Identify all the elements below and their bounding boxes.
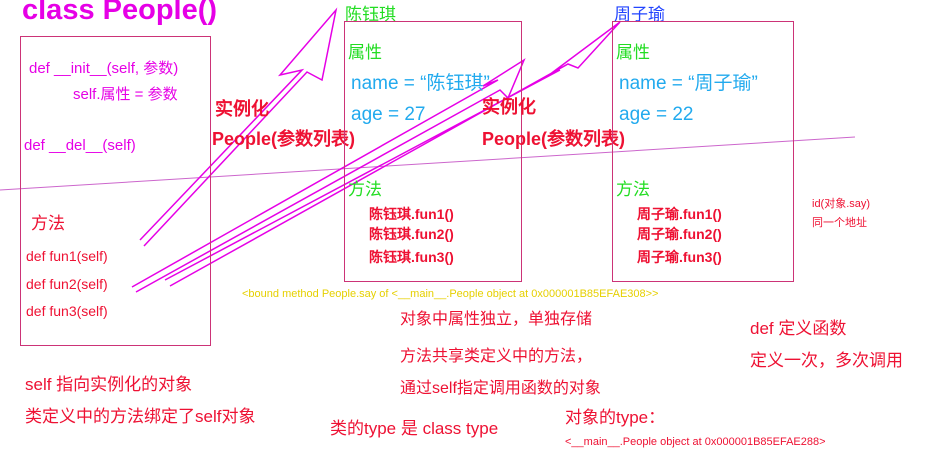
object-2-attr-name: name = “周子瑜” — [619, 73, 758, 94]
type-object-value: <__main__.People object at 0x000001B85EF… — [565, 436, 826, 448]
note-center-1: 对象中属性独立，单独存储 — [400, 311, 593, 328]
object-1-method-fun1: 陈钰琪.fun1() — [369, 206, 454, 222]
object-1-attr-age: age = 27 — [351, 104, 426, 125]
id-note-2: 同一个地址 — [812, 217, 867, 229]
class-methods-label: 方法 — [31, 214, 65, 233]
instantiate-call-2: People(参数列表) — [482, 129, 626, 149]
object-2-methods-label: 方法 — [616, 180, 650, 199]
type-object-label: 对象的type： — [565, 408, 666, 427]
init-line: def __init__(self, 参数) — [29, 60, 179, 77]
instantiate-label-2: 实例化 — [482, 97, 536, 117]
object-2-method-fun1: 周子瑜.fun1() — [637, 206, 722, 222]
class-method-fun3: def fun3(self) — [26, 303, 108, 319]
object-1-attr-label: 属性 — [348, 43, 382, 62]
object-2-attr-label: 属性 — [616, 43, 650, 62]
bound-method-text: <bound method People.say of <__main__.Pe… — [242, 288, 659, 300]
object-1-method-fun2: 陈钰琪.fun2() — [369, 226, 454, 242]
instantiate-label-1: 实例化 — [215, 99, 269, 119]
note-right-1: def 定义函数 — [750, 319, 847, 338]
note-left-1: self 指向实例化的对象 — [25, 375, 193, 394]
object-2-attr-age: age = 22 — [619, 104, 694, 125]
object-2-method-fun3: 周子瑜.fun3() — [637, 249, 722, 265]
object-2-method-fun2: 周子瑜.fun2() — [637, 226, 722, 242]
note-center-2: 方法共享类定义中的方法， — [400, 348, 593, 365]
object-1-box: 属性 name = “陈钰琪” age = 27 方法 陈钰琪.fun1() 陈… — [344, 21, 522, 282]
object-2-box: 属性 name = “周子瑜” age = 22 方法 周子瑜.fun1() 周… — [612, 21, 794, 282]
init-body: self.属性 = 参数 — [73, 86, 178, 103]
instantiate-call-1: People(参数列表) — [212, 129, 356, 149]
id-note-1: id(对象.say) — [812, 198, 871, 210]
class-method-fun1: def fun1(self) — [26, 248, 108, 264]
class-method-fun2: def fun2(self) — [26, 276, 108, 292]
note-left-2: 类定义中的方法绑定了self对象 — [25, 407, 256, 426]
class-box: def __init__(self, 参数) self.属性 = 参数 def … — [20, 36, 211, 346]
class-title: class People() — [22, 0, 218, 26]
note-center-3: 通过self指定调用函数的对象 — [400, 380, 601, 397]
del-line: def __del__(self) — [24, 137, 136, 154]
object-1-method-fun3: 陈钰琪.fun3() — [369, 249, 454, 265]
note-right-2: 定义一次，多次调用 — [750, 351, 903, 370]
object-1-methods-label: 方法 — [348, 180, 382, 199]
type-class-note: 类的type 是 class type — [330, 419, 499, 438]
object-1-attr-name: name = “陈钰琪” — [351, 73, 490, 94]
